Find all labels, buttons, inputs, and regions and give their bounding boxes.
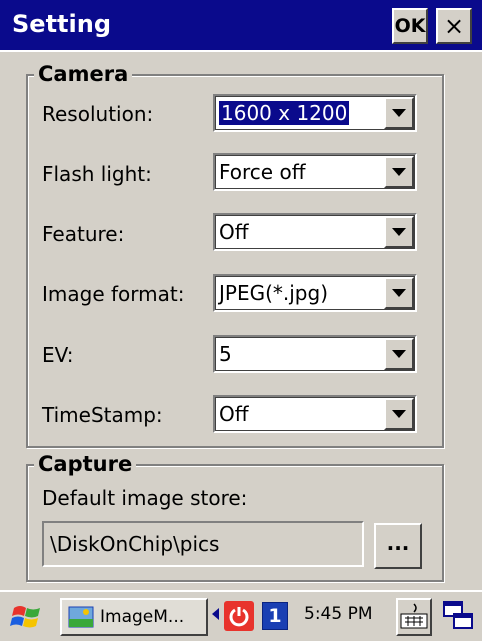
feature-dropdown-button[interactable] [384,216,414,248]
window-title: Setting [12,10,111,38]
timestamp-label: TimeStamp: [42,403,163,427]
timestamp-select[interactable]: Off [213,395,417,433]
ev-dropdown-button[interactable] [384,338,414,370]
flash-light-value: Force off [219,160,306,184]
resolution-label: Resolution: [42,102,154,126]
browse-button[interactable]: ... [374,523,422,569]
image-app-icon [68,606,94,628]
resolution-value: 1600 x 1200 [217,100,351,126]
chevron-down-icon [392,228,406,236]
flash-light-dropdown-button[interactable] [384,156,414,188]
keyboard-icon[interactable] [396,598,432,636]
default-image-store-label: Default image store: [42,486,248,510]
taskbar: ImageM... 1 5:45 PM [0,590,482,641]
clock[interactable]: 5:45 PM [304,604,373,624]
windows-flag-icon[interactable] [10,600,44,634]
ok-button[interactable]: OK [392,8,428,44]
keyboard-glyph-icon [400,603,428,629]
image-store-path-value: \DiskOnChip\pics [50,532,220,556]
ev-label: EV: [42,343,74,367]
image-store-path-field[interactable]: \DiskOnChip\pics [42,521,364,567]
flash-light-select[interactable]: Force off [213,153,417,191]
resolution-dropdown-button[interactable] [384,97,414,129]
task-button-image-app[interactable]: ImageM... [60,598,208,636]
resolution-select[interactable]: 1600 x 1200 [213,94,417,132]
close-button[interactable]: × [436,8,472,44]
chevron-down-icon [392,410,406,418]
tray-left-arrow-icon[interactable] [212,608,219,620]
feature-select[interactable]: Off [213,213,417,251]
capture-legend: Capture [34,452,137,476]
camera-legend: Camera [34,62,133,86]
power-icon[interactable] [224,601,254,631]
overlapping-windows-icon[interactable] [442,600,474,632]
chevron-down-icon [392,168,406,176]
chevron-down-icon [392,109,406,117]
image-format-value: JPEG(*.jpg) [219,281,329,305]
ev-value: 5 [219,342,232,366]
image-format-label: Image format: [42,282,185,306]
title-bar: Setting OK × [0,0,482,52]
flash-light-label: Flash light: [42,162,152,186]
power-symbol-icon [229,607,249,627]
feature-value: Off [219,220,249,244]
input-badge[interactable]: 1 [262,602,288,630]
chevron-down-icon [392,350,406,358]
timestamp-dropdown-button[interactable] [384,398,414,430]
task-button-label: ImageM... [100,607,185,627]
chevron-down-icon [392,289,406,297]
timestamp-value: Off [219,402,249,426]
feature-label: Feature: [42,222,125,246]
image-format-select[interactable]: JPEG(*.jpg) [213,274,417,312]
ev-select[interactable]: 5 [213,335,417,373]
image-format-dropdown-button[interactable] [384,277,414,309]
